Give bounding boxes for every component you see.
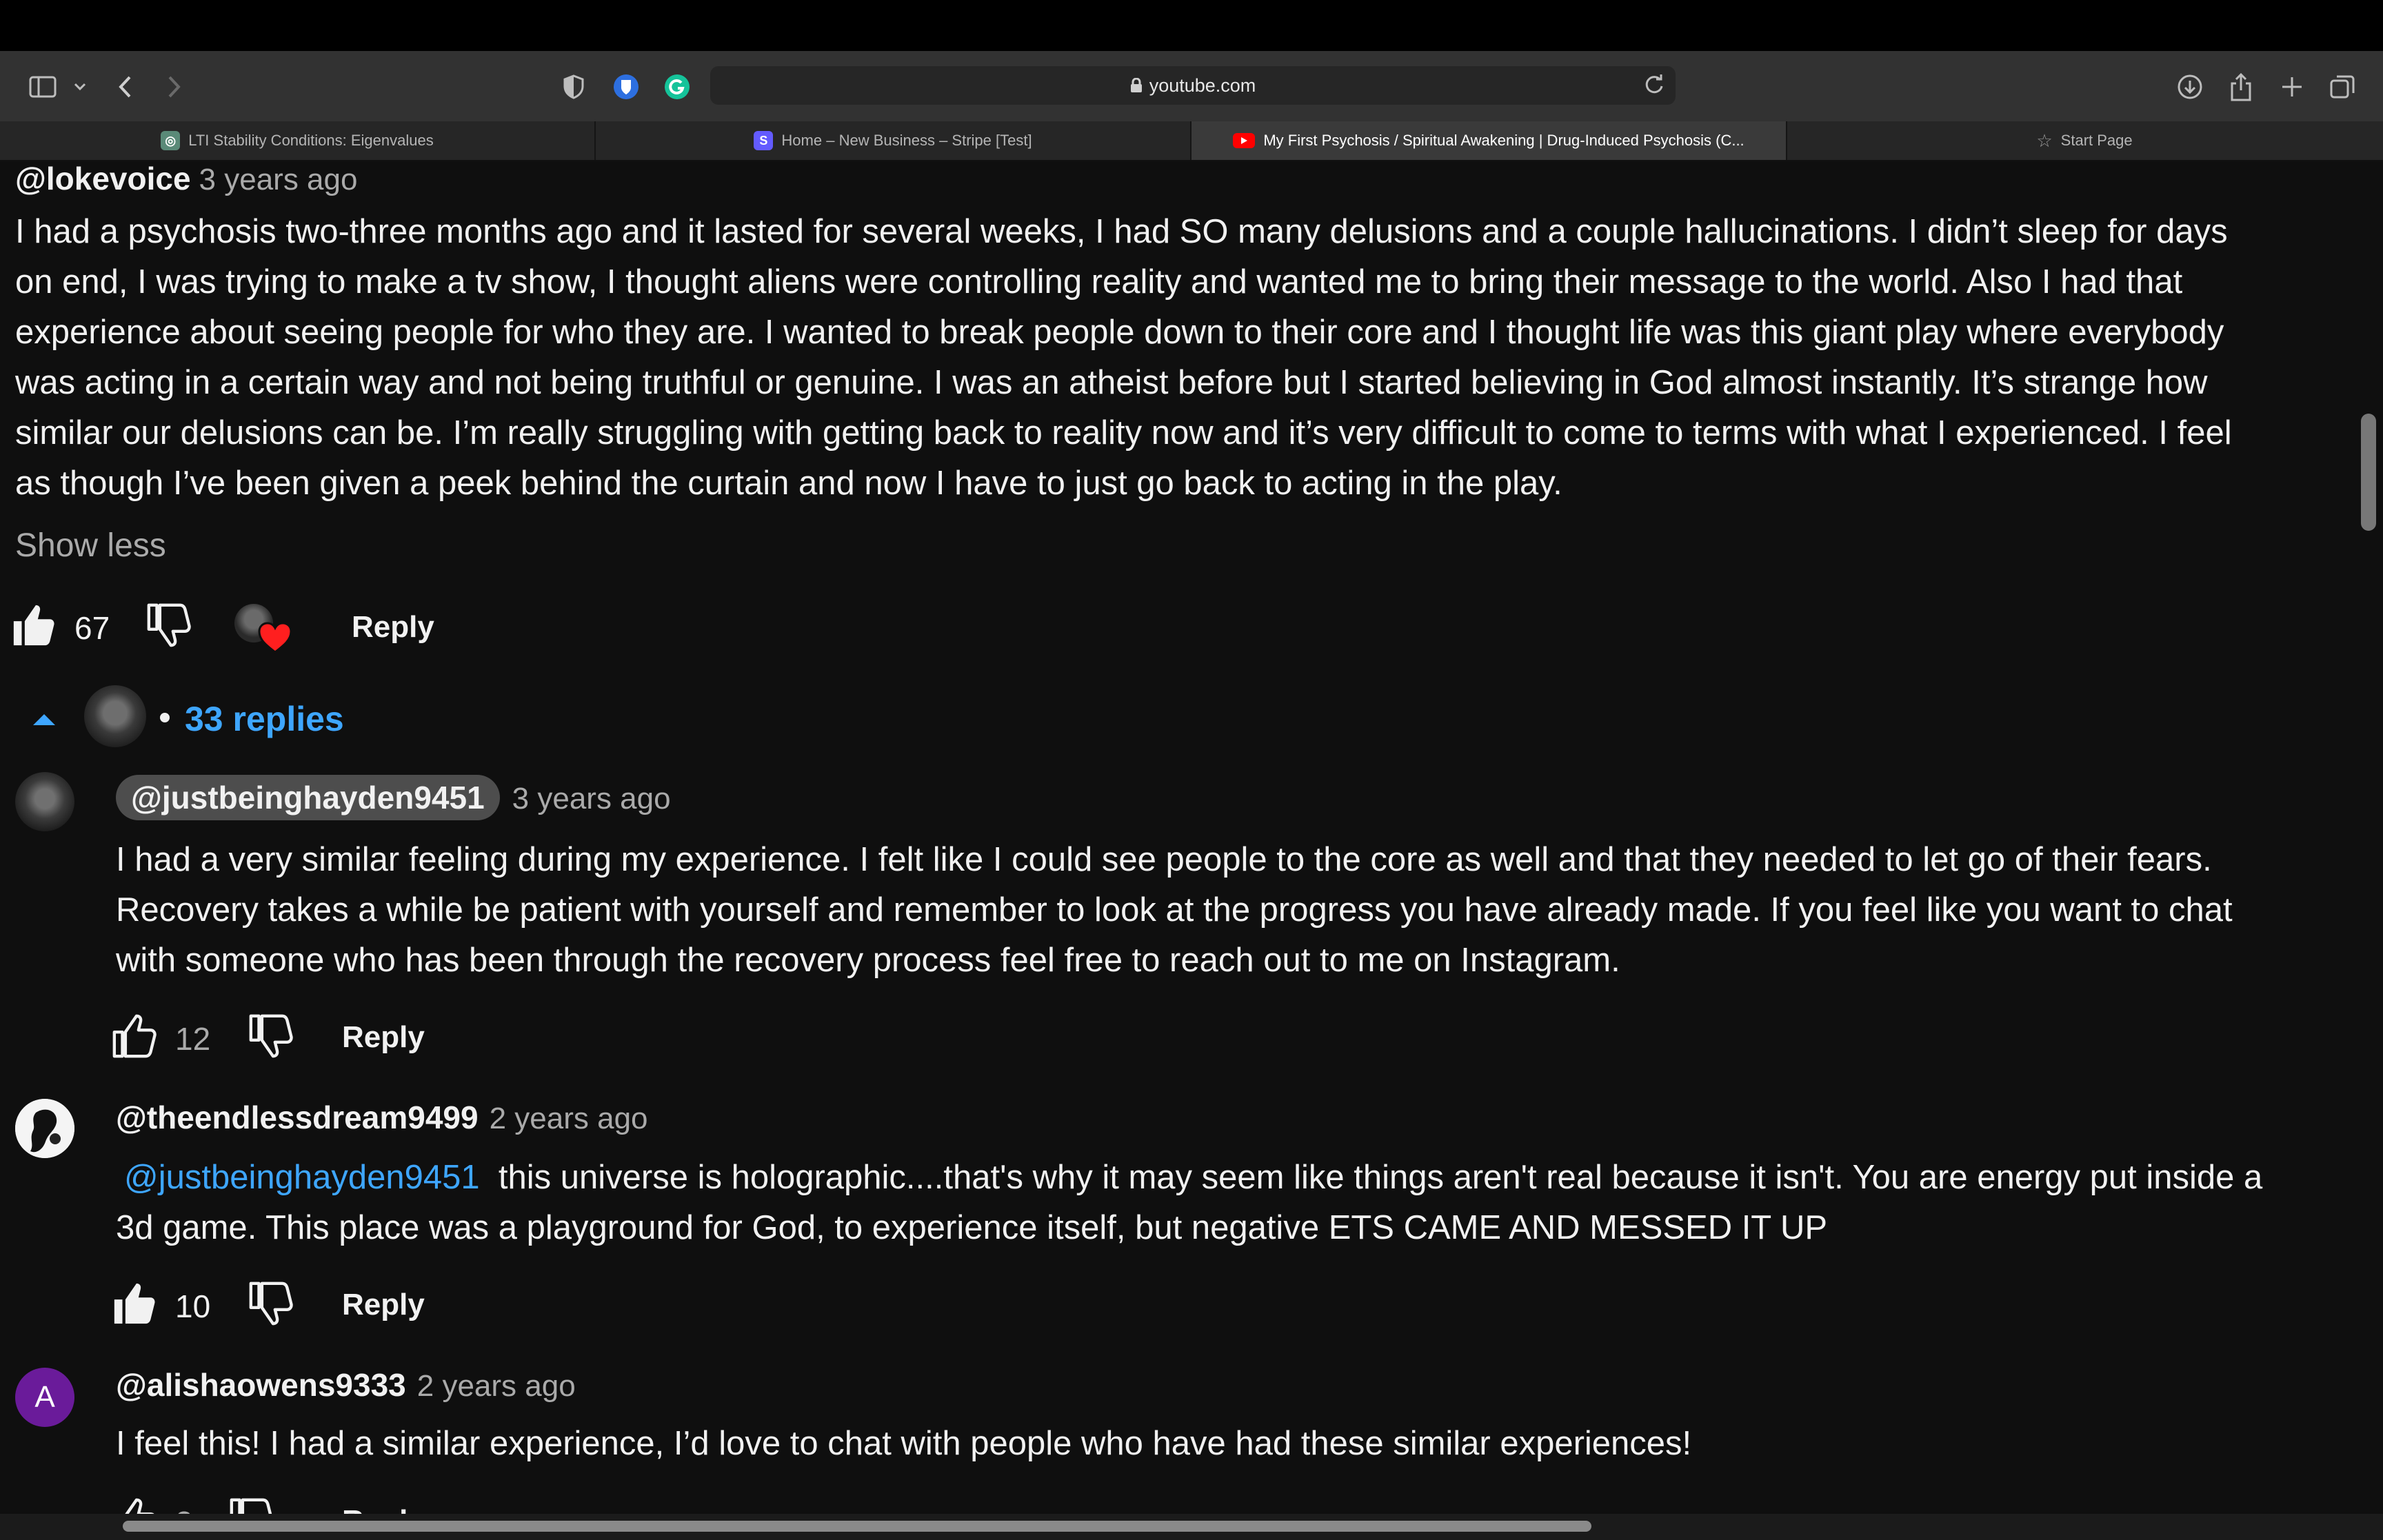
lock-icon: [1130, 78, 1142, 92]
address-bar[interactable]: youtube.com: [710, 66, 1676, 105]
comment-time[interactable]: 3 years ago: [199, 163, 358, 196]
reply-avatar[interactable]: [15, 1099, 74, 1158]
separator-dot: [160, 713, 170, 722]
reply-avatar[interactable]: [15, 772, 74, 831]
share-icon[interactable]: [2222, 68, 2260, 106]
reply-line: with someone who has been through the re…: [116, 942, 1620, 979]
reply-button[interactable]: Reply: [342, 1020, 425, 1055]
thumbs-down-icon: [147, 603, 191, 647]
reply-time[interactable]: 2 years ago: [417, 1369, 576, 1403]
replies-toggle-link[interactable]: 33 replies: [185, 699, 344, 739]
tab-lti-stability[interactable]: ◎ LTI Stability Conditions: Eigenvalues: [0, 121, 596, 160]
reply-dislike-button[interactable]: [247, 1012, 295, 1064]
horizontal-scrollbar[interactable]: [123, 1521, 1591, 1532]
reply-time[interactable]: 2 years ago: [490, 1102, 648, 1135]
chevron-down-icon[interactable]: [61, 68, 99, 106]
reply-author-avatar: [84, 685, 146, 747]
comment-line: was acting in a certain way and not bein…: [15, 364, 2208, 401]
downloads-icon[interactable]: [2171, 68, 2209, 106]
youtube-comments-area: @lokevoice 3 years ago I had a psychosis …: [0, 160, 2383, 1518]
url-text: youtube.com: [1149, 74, 1256, 96]
reply-author[interactable]: @alishaowens9333: [116, 1367, 406, 1403]
reply-body: I had a very similar feeling during my e…: [116, 835, 2364, 986]
comment-author[interactable]: @lokevoice: [15, 161, 191, 196]
reply-like-count: 12: [175, 1021, 211, 1057]
like-count: 67: [74, 610, 110, 646]
stripe-favicon-icon: S: [754, 131, 774, 150]
forward-icon[interactable]: [154, 68, 193, 106]
privacy-shield-icon[interactable]: [554, 68, 593, 106]
reply-author-pill[interactable]: @justbeinghayden9451: [116, 775, 500, 820]
comment-line: similar our delusions can be. I’m really…: [15, 414, 2232, 452]
reply-line: @justbeinghayden9451 this universe is ho…: [116, 1153, 2364, 1203]
reply-button[interactable]: Reply: [342, 1288, 425, 1322]
reply-line: I feel this! I had a similar experience,…: [116, 1425, 1692, 1462]
sidebar-toggle-icon[interactable]: [23, 68, 62, 106]
show-less-button[interactable]: Show less: [15, 527, 166, 565]
tab-overview-icon[interactable]: [2324, 68, 2362, 106]
reply-header: @justbeinghayden9451 3 years ago: [116, 775, 671, 820]
reply-like-button[interactable]: [110, 1012, 159, 1064]
reply-avatar[interactable]: A: [15, 1368, 74, 1427]
thumbs-up-filled-icon: [13, 605, 54, 646]
creator-heart: [234, 604, 296, 656]
tab-label: LTI Stability Conditions: Eigenvalues: [188, 132, 434, 149]
dislike-button[interactable]: [145, 601, 193, 653]
star-icon: ☆: [2036, 130, 2053, 151]
comment-line: as though I’ve been given a peek behind …: [15, 465, 1562, 502]
bitwarden-extension-icon[interactable]: [607, 68, 645, 106]
menu-bar-area: [0, 0, 2383, 51]
reply-dislike-button[interactable]: [247, 1279, 295, 1331]
reply-header: @alishaowens9333 2 years ago: [116, 1366, 576, 1404]
mention-link[interactable]: @justbeinghayden9451: [124, 1159, 480, 1196]
tab-label: My First Psychosis / Spiritual Awakening…: [1263, 132, 1744, 149]
comment-line: experience about seeing people for who t…: [15, 314, 2224, 351]
tab-bar: ◎ LTI Stability Conditions: Eigenvalues …: [0, 121, 2383, 161]
comment-line: I had a psychosis two-three months ago a…: [15, 213, 2228, 250]
reload-icon[interactable]: [1642, 73, 1666, 100]
back-icon[interactable]: [106, 68, 145, 106]
reply-like-count: 10: [175, 1288, 211, 1324]
sketch-avatar-icon: [15, 1099, 74, 1158]
reply-header: @theendlessdream9499 2 years ago: [116, 1099, 648, 1136]
reply-line: I had a very similar feeling during my e…: [116, 841, 2212, 878]
reply-body: @justbeinghayden9451 this universe is ho…: [116, 1153, 2364, 1253]
grammarly-extension-icon[interactable]: [658, 68, 696, 106]
like-button[interactable]: [10, 601, 58, 653]
reply-author[interactable]: @theendlessdream9499: [116, 1100, 479, 1135]
browser-toolbar: youtube.com: [0, 51, 2383, 122]
tab-start-page[interactable]: ☆ Start Page: [1787, 121, 2382, 160]
openai-favicon-icon: ◎: [161, 131, 181, 150]
reply-line: 3d game. This place was a playground for…: [116, 1209, 1828, 1246]
tab-youtube-video[interactable]: My First Psychosis / Spiritual Awakening…: [1192, 121, 1787, 160]
heart-icon: [258, 622, 292, 654]
thumbs-down-icon: [249, 1281, 293, 1326]
comment-body: I had a psychosis two-three months ago a…: [15, 207, 2360, 509]
reply-body: I feel this! I had a similar experience,…: [116, 1419, 2364, 1469]
collapse-replies-icon[interactable]: [30, 711, 58, 731]
reply-like-button[interactable]: [110, 1279, 159, 1331]
thumbs-down-icon: [249, 1014, 293, 1058]
reply-text: this universe is holographic....that's w…: [498, 1159, 2263, 1196]
reply-line: Recovery takes a while be patient with y…: [116, 891, 2233, 929]
youtube-favicon-icon: [1233, 133, 1256, 148]
vertical-scrollbar[interactable]: [2361, 414, 2376, 531]
new-tab-icon[interactable]: [2273, 68, 2311, 106]
thumbs-up-filled-icon: [114, 1283, 155, 1324]
tab-stripe[interactable]: S Home – New Business – Stripe [Test]: [596, 121, 1192, 160]
thumbs-up-icon: [112, 1014, 157, 1058]
comment-line: on end, I was trying to make a tv show, …: [15, 263, 2183, 301]
tab-label: Start Page: [2060, 132, 2133, 149]
tab-label: Home – New Business – Stripe [Test]: [781, 132, 1032, 149]
reply-button[interactable]: Reply: [352, 610, 434, 645]
reply-time[interactable]: 3 years ago: [512, 782, 671, 815]
comment-header: @lokevoice 3 years ago: [15, 160, 357, 197]
